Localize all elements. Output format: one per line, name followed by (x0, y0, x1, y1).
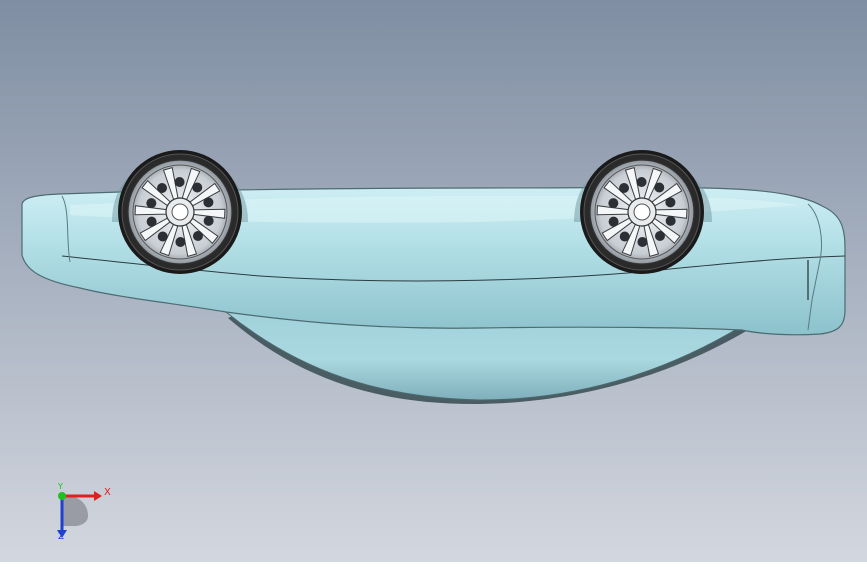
spoke-gap (665, 215, 676, 226)
spoke-gap (619, 231, 630, 242)
model-canvas[interactable] (0, 0, 867, 562)
x-axis-label: X (104, 487, 111, 498)
y-axis-dot (58, 492, 66, 500)
spoke-gap (654, 231, 665, 242)
spoke-gap (665, 197, 676, 208)
graphics-viewport[interactable]: X Y Z (0, 0, 867, 562)
x-axis-arrowhead (94, 491, 102, 501)
spoke-gap (203, 197, 214, 208)
z-axis-label: Z (58, 532, 65, 542)
y-axis-label: Y (58, 482, 63, 491)
spoke-gap (175, 236, 186, 247)
spoke-gap (192, 231, 203, 242)
coordinate-triad: X Y Z (48, 482, 118, 546)
rear-wheel[interactable] (580, 150, 704, 274)
spoke-gap (146, 216, 157, 227)
triad-plane (62, 495, 88, 526)
spoke-gap (637, 236, 648, 247)
spoke-gap (157, 231, 168, 242)
spoke-gap (174, 177, 185, 188)
spoke-gap (146, 198, 157, 209)
front-wheel[interactable] (118, 150, 242, 274)
spoke-gap (654, 182, 665, 193)
spoke-gap (192, 182, 203, 193)
spoke-gap (157, 182, 168, 193)
spoke-gap (636, 177, 647, 188)
spoke-gap (608, 198, 619, 209)
spoke-gap (203, 215, 214, 226)
spoke-gap (608, 216, 619, 227)
spoke-gap (619, 182, 630, 193)
hub-cap (633, 203, 651, 221)
hub-cap (171, 203, 189, 221)
